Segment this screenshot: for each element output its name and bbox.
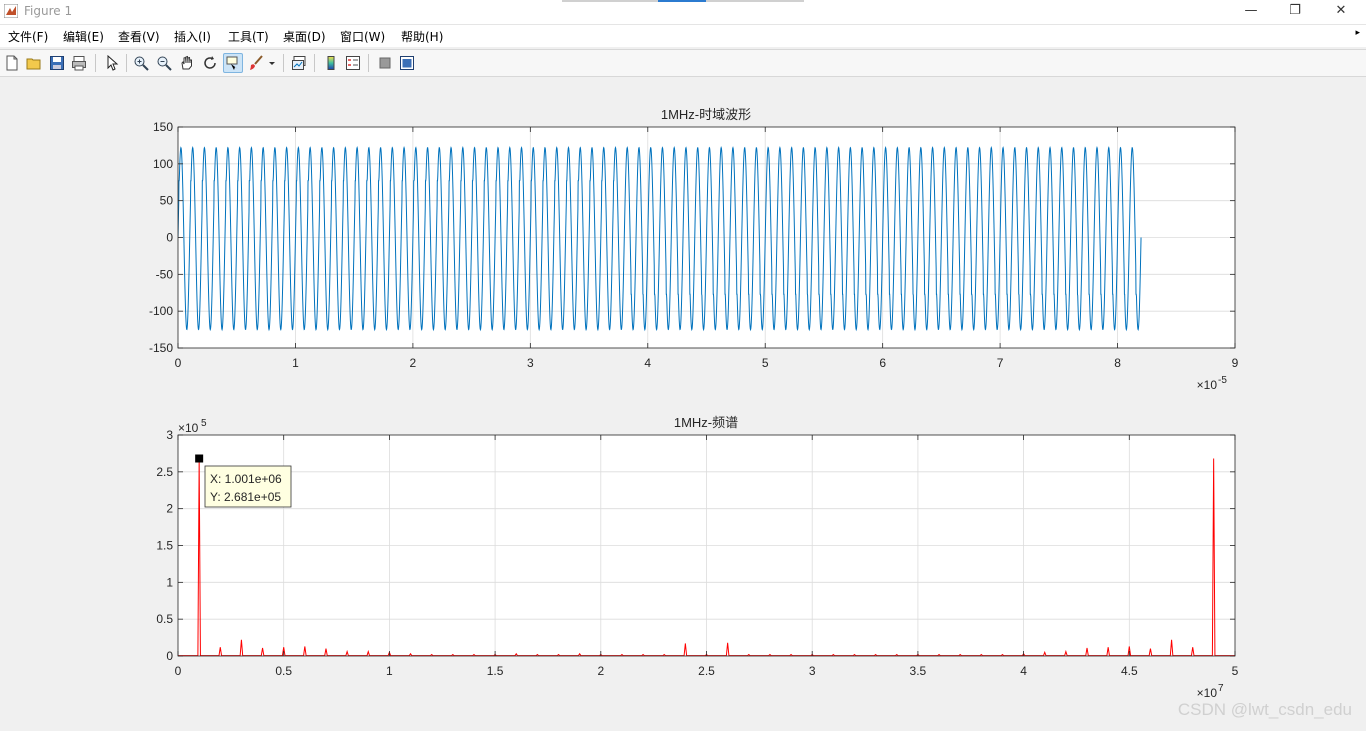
save-icon[interactable] bbox=[47, 53, 67, 73]
y-tick-label: 50 bbox=[160, 194, 174, 208]
x-tick-label: 1.5 bbox=[487, 664, 504, 678]
x-tick-label: 3 bbox=[527, 356, 534, 370]
y-tick-label: 0.5 bbox=[156, 612, 173, 626]
menu-window[interactable]: 窗口(W) bbox=[338, 28, 387, 45]
x-exponent-base: ×10 bbox=[1197, 378, 1218, 392]
legend-icon[interactable] bbox=[343, 53, 363, 73]
menu-overflow-icon[interactable]: ▸ bbox=[1355, 28, 1360, 38]
zoom-out-icon[interactable] bbox=[154, 53, 174, 73]
window-title-bar: Figure 1 — ❐ ✕ bbox=[0, 0, 1366, 25]
x-exponent: 7 bbox=[1218, 683, 1224, 694]
restore-button[interactable]: ❐ bbox=[1272, 0, 1318, 24]
x-tick-label: 4 bbox=[1020, 664, 1027, 678]
minimize-button[interactable]: — bbox=[1228, 0, 1274, 24]
x-tick-label: 8 bbox=[1114, 356, 1121, 370]
menu-bar: 文件(F) 编辑(E) 查看(V) 插入(I) 工具(T) 桌面(D) 窗口(W… bbox=[0, 25, 1366, 47]
x-exponent: -5 bbox=[1218, 375, 1227, 386]
toolbar-separator bbox=[95, 54, 96, 72]
colorbar-icon[interactable] bbox=[321, 53, 341, 73]
datatip-y: Y: 2.681e+05 bbox=[210, 490, 281, 504]
x-tick-label: 6 bbox=[879, 356, 886, 370]
x-tick-label: 9 bbox=[1232, 356, 1239, 370]
pan-icon[interactable] bbox=[177, 53, 197, 73]
x-tick-label: 2.5 bbox=[698, 664, 715, 678]
x-exponent-base: ×10 bbox=[1197, 686, 1218, 700]
toolbar-separator bbox=[314, 54, 315, 72]
brush-dropdown-icon[interactable] bbox=[266, 53, 278, 73]
watermark: CSDN @lwt_csdn_edu bbox=[1177, 700, 1352, 719]
figure-plot-area: 0 1 2 3 4 5 6 7 8 9-150-100-50050100150 1MHz-时域波形… bbox=[149, 107, 1239, 700]
y-tick-label: 2 bbox=[166, 502, 173, 516]
new-figure-icon[interactable] bbox=[2, 53, 22, 73]
x-tick-label: 0 bbox=[175, 664, 182, 678]
y-tick-label: 0 bbox=[166, 649, 173, 663]
zoom-in-icon[interactable] bbox=[131, 53, 151, 73]
menu-desktop[interactable]: 桌面(D) bbox=[281, 28, 328, 45]
y-tick-label: -150 bbox=[149, 341, 173, 355]
x-tick-label: 0.5 bbox=[275, 664, 292, 678]
menu-edit[interactable]: 编辑(E) bbox=[61, 28, 106, 45]
x-tick-label: 1 bbox=[386, 664, 393, 678]
y-tick-label: -100 bbox=[149, 304, 173, 318]
figure-canvas: 0 1 2 3 4 5 6 7 8 9 -150 -100 -50 0 50 100 150 1MHz-时域波形… bbox=[0, 77, 1366, 728]
toolbar-separator bbox=[126, 54, 127, 72]
hide-plot-tools-icon[interactable] bbox=[375, 53, 395, 73]
link-plot-icon[interactable] bbox=[289, 53, 309, 73]
print-icon[interactable] bbox=[69, 53, 89, 73]
title-bar-accent bbox=[658, 0, 706, 2]
y-exponent-base: ×10 bbox=[178, 421, 199, 435]
x-tick-label: 2 bbox=[410, 356, 417, 370]
x-tick-label: 3.5 bbox=[910, 664, 927, 678]
x-tick-label: 1 bbox=[292, 356, 299, 370]
x-tick-label: 2 bbox=[597, 664, 604, 678]
menu-file[interactable]: 文件(F) bbox=[6, 28, 50, 45]
axes-spectrum[interactable]: 0 0.5 1 1.5 2 2.5 3 3.5 4 4.5 5 0 0.5 1 1.5 2 2.5 3 1MHz-… bbox=[156, 415, 1238, 700]
show-plot-tools-icon[interactable] bbox=[397, 53, 417, 73]
pointer-icon[interactable] bbox=[102, 53, 122, 73]
matlab-logo-icon bbox=[4, 4, 18, 18]
y-tick-label: 0 bbox=[166, 231, 173, 245]
close-button[interactable]: ✕ bbox=[1318, 0, 1364, 24]
y-tick-label: 1.5 bbox=[156, 539, 173, 553]
y-tick-label: 150 bbox=[153, 120, 173, 134]
y-tick-label: 2.5 bbox=[156, 465, 173, 479]
datatip-x: X: 1.001e+06 bbox=[210, 472, 282, 486]
x-tick-label: 5 bbox=[1232, 664, 1239, 678]
menu-help[interactable]: 帮助(H) bbox=[399, 28, 445, 45]
datatip-marker[interactable] bbox=[195, 454, 204, 463]
window-title: Figure 1 bbox=[24, 4, 73, 18]
brush-icon[interactable] bbox=[246, 53, 266, 73]
toolbar-separator bbox=[368, 54, 369, 72]
y-tick-label: -50 bbox=[156, 267, 174, 281]
x-tick-label: 0 bbox=[175, 356, 182, 370]
x-tick-label: 4 bbox=[644, 356, 651, 370]
x-tick-label: 7 bbox=[997, 356, 1004, 370]
y-exponent: 5 bbox=[201, 418, 207, 429]
plot-title: 1MHz-频谱 bbox=[674, 415, 738, 430]
datatip-box[interactable]: X: 1.001e+06 Y: 2.681e+05 bbox=[204, 465, 292, 508]
figure-toolbar bbox=[0, 49, 1366, 77]
rotate-3d-icon[interactable] bbox=[200, 53, 220, 73]
toolbar-separator bbox=[283, 54, 284, 72]
x-tick-label: 5 bbox=[762, 356, 769, 370]
axes-time-domain[interactable]: 0 1 2 3 4 5 6 7 8 9 -150 -100 -50 0 50 100 150 1MHz-时域波形… bbox=[149, 107, 1239, 392]
plot-title: 1MHz-时域波形 bbox=[661, 107, 751, 122]
y-tick-label: 1 bbox=[166, 575, 173, 589]
menu-insert[interactable]: 插入(I) bbox=[172, 28, 213, 45]
x-tick-label: 4.5 bbox=[1121, 664, 1138, 678]
data-cursor-icon[interactable] bbox=[223, 53, 243, 73]
y-tick-label: 3 bbox=[166, 428, 173, 442]
y-tick-label: 100 bbox=[153, 157, 173, 171]
menu-view[interactable]: 查看(V) bbox=[116, 28, 162, 45]
menu-tools[interactable]: 工具(T) bbox=[226, 28, 271, 45]
open-file-icon[interactable] bbox=[24, 53, 44, 73]
x-tick-label: 3 bbox=[809, 664, 816, 678]
